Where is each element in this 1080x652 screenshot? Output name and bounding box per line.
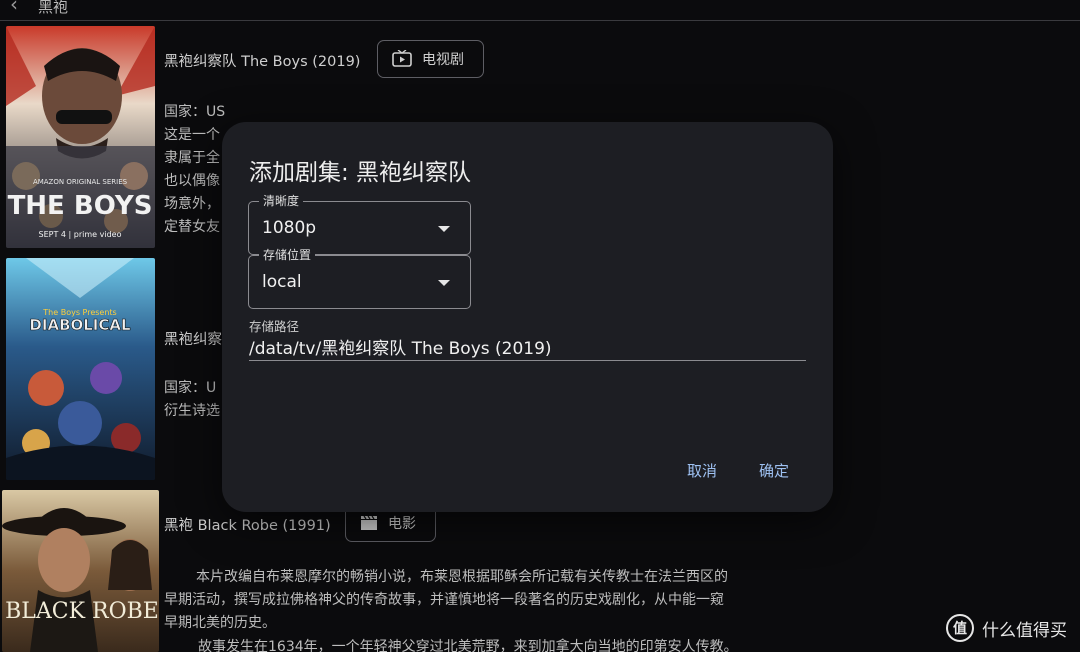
watermark-text: 什么值得买 (982, 620, 1067, 641)
path-input[interactable]: /data/tv/黑袍纠察队 The Boys (2019) (249, 334, 806, 361)
result-title[interactable]: 黑袍纠察 (164, 328, 222, 349)
result-description: 国家：US 这是一个 隶属于全 也以偶像 场意外， 定替女友 (164, 104, 226, 235)
dropdown-arrow-icon[interactable] (438, 226, 450, 232)
confirm-button[interactable]: 确定 (759, 460, 789, 481)
poster-image: The Boys Presents DIABOLICAL (6, 258, 155, 480)
storage-select[interactable]: 存储位置 local (248, 248, 471, 309)
storage-label: 存储位置 (259, 248, 316, 262)
result-title[interactable]: 黑袍 Black Robe (1991) (164, 514, 331, 535)
dialog-title: 添加剧集: 黑袍纠察队 (249, 160, 472, 186)
poster-image: AMAZON ORIGINAL SERIES THE BOYS SEPT 4 |… (6, 26, 155, 248)
watermark-logo-icon: 值 (946, 614, 974, 642)
result-description: 国家：U 衍生诗选 (164, 380, 220, 419)
cancel-button[interactable]: 取消 (687, 460, 717, 481)
path-label: 存储路径 (249, 319, 300, 334)
quality-label: 清晰度 (259, 194, 304, 208)
tv-icon (392, 50, 412, 67)
poster-title-text: BLACK ROBE (5, 599, 159, 624)
add-series-dialog: 添加剧集: 黑袍纠察队 清晰度 1080p 存储位置 local 存储路径 /d… (222, 122, 833, 512)
quality-value: 1080p (262, 218, 317, 238)
type-label: 电影 (388, 516, 416, 532)
poster-title-text: DIABOLICAL (29, 316, 131, 334)
poster-sub-text: SEPT 4 | prime video (39, 230, 122, 239)
type-label: 电视剧 (422, 52, 464, 68)
clapperboard-icon (361, 515, 377, 530)
result-description: 本片改编自布莱恩摩尔的畅销小说，布莱恩根据耶稣会所记载有关传教士在法兰西区的 早… (164, 569, 738, 652)
quality-select[interactable]: 清晰度 1080p (248, 194, 471, 255)
dropdown-arrow-icon[interactable] (438, 280, 450, 286)
type-badge: 电视剧 (377, 40, 484, 78)
poster-title-text: THE BOYS (8, 191, 153, 221)
watermark: 值 什么值得买 (946, 614, 1067, 642)
poster-image: BLACK ROBE (2, 490, 159, 652)
storage-value: local (262, 272, 302, 292)
result-title[interactable]: 黑袍纠察队 The Boys (2019) (164, 50, 360, 71)
poster-top-text: AMAZON ORIGINAL SERIES (33, 178, 128, 186)
